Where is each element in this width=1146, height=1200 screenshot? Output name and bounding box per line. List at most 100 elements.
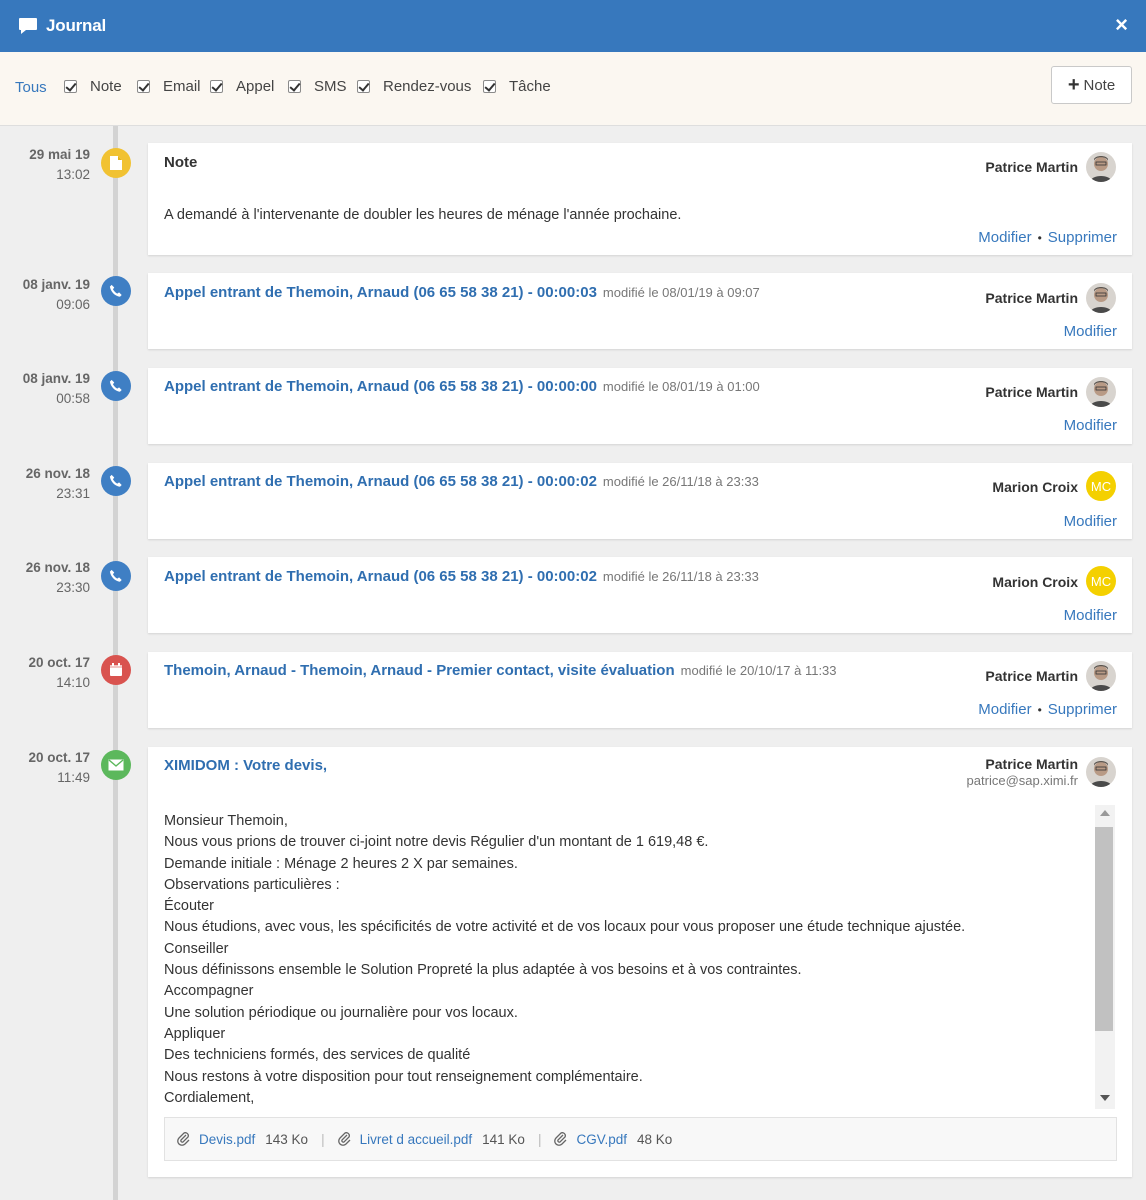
plus-icon: + xyxy=(1067,74,1080,96)
attachment-size: 48 Ko xyxy=(637,1131,673,1147)
entry-user: Patrice Martin xyxy=(985,756,1078,772)
email-line: Nous vous prions de trouver ci-joint not… xyxy=(164,834,709,851)
entry-day: 20 oct. 17 xyxy=(28,750,90,765)
attachment-size: 143 Ko xyxy=(265,1131,309,1147)
entry-date: 20 oct. 17 11:49 xyxy=(0,748,90,788)
journal-entry-call: Appel entrant de Themoin, Arnaud (06 65 … xyxy=(148,463,1132,539)
entry-date: 26 nov. 18 23:30 xyxy=(0,558,90,598)
filter-tache-checkbox[interactable] xyxy=(483,80,496,93)
attachment: Devis.pdf 143 Ko xyxy=(177,1132,308,1147)
entry-user-email: patrice@sap.ximi.fr xyxy=(966,773,1078,788)
entry-user: Marion Croix xyxy=(992,574,1078,590)
title-bar: Journal × xyxy=(0,0,1146,52)
edit-link[interactable]: Modifier xyxy=(1064,323,1117,340)
user-avatar xyxy=(1086,152,1116,182)
phone-icon xyxy=(101,561,131,591)
window-title: Journal xyxy=(46,16,107,35)
journal-entry-call: Appel entrant de Themoin, Arnaud (06 65 … xyxy=(148,368,1132,444)
entry-day: 26 nov. 18 xyxy=(25,560,90,575)
email-line: Accompagner xyxy=(164,983,254,1000)
entry-date: 26 nov. 18 23:31 xyxy=(0,464,90,504)
edit-link[interactable]: Modifier xyxy=(978,229,1031,246)
entry-time: 09:06 xyxy=(56,297,90,312)
calendar-icon xyxy=(101,655,131,685)
entry-title-link[interactable]: Appel entrant de Themoin, Arnaud (06 65 … xyxy=(164,568,759,585)
entry-time: 13:02 xyxy=(56,167,90,182)
entry-day: 29 mai 19 xyxy=(29,147,90,162)
phone-icon xyxy=(101,276,131,306)
filter-bar: Tous Note Email Appel SMS Rendez-vous Tâ… xyxy=(0,52,1146,126)
entry-modified: modifié le 08/01/19 à 01:00 xyxy=(602,379,760,394)
edit-link[interactable]: Modifier xyxy=(1064,607,1117,624)
delete-link[interactable]: Supprimer xyxy=(1048,701,1117,718)
user-avatar xyxy=(1086,377,1116,407)
delete-link[interactable]: Supprimer xyxy=(1048,229,1117,246)
close-button[interactable]: × xyxy=(1115,14,1128,36)
entry-actions: Modifier • Supprimer xyxy=(978,229,1117,246)
filter-sms-checkbox[interactable] xyxy=(288,80,301,93)
entry-day: 26 nov. 18 xyxy=(25,466,90,481)
email-line: Conseiller xyxy=(164,940,229,957)
filter-all-link[interactable]: Tous xyxy=(15,79,47,96)
attachment: Livret d accueil.pdf 141 Ko xyxy=(337,1131,525,1147)
email-line: Nous restons à votre disposition pour to… xyxy=(164,1068,643,1085)
edit-link[interactable]: Modifier xyxy=(1064,513,1117,530)
filter-appel-checkbox[interactable] xyxy=(210,80,223,93)
scroll-down-arrow-icon[interactable] xyxy=(1100,1095,1110,1101)
filter-note-checkbox[interactable] xyxy=(64,80,77,93)
journal-entry-rendez-vous: Themoin, Arnaud - Themoin, Arnaud - Prem… xyxy=(148,652,1132,728)
phone-icon xyxy=(101,371,131,401)
paperclip-icon xyxy=(337,1132,352,1146)
attachment: CGV.pdf 48 Ko xyxy=(554,1132,672,1147)
entry-time: 00:58 xyxy=(56,391,90,406)
filter-rendez-vous[interactable]: Rendez-vous xyxy=(357,78,471,95)
paperclip-icon xyxy=(554,1132,568,1146)
email-line: Demande initiale : Ménage 2 heures 2 X p… xyxy=(164,855,518,872)
email-line: Nous étudions, avec vous, les spécificit… xyxy=(164,919,966,936)
filter-rendez-vous-label: Rendez-vous xyxy=(383,78,472,95)
phone-icon xyxy=(101,466,131,496)
entry-actions: Modifier xyxy=(1064,323,1117,340)
edit-link[interactable]: Modifier xyxy=(978,701,1031,718)
scroll-thumb[interactable] xyxy=(1095,827,1113,1031)
filter-rendez-vous-checkbox[interactable] xyxy=(357,80,370,93)
entry-day: 20 oct. 17 xyxy=(28,655,90,670)
entry-title-link[interactable]: Appel entrant de Themoin, Arnaud (06 65 … xyxy=(164,378,760,395)
filter-email[interactable]: Email xyxy=(137,78,201,95)
paperclip-icon xyxy=(177,1132,191,1146)
scroll-up-arrow-icon[interactable] xyxy=(1100,810,1110,816)
filter-sms[interactable]: SMS xyxy=(288,78,347,95)
user-avatar: MC xyxy=(1086,471,1116,501)
entry-user: Patrice Martin xyxy=(985,668,1078,684)
entry-time: 23:31 xyxy=(56,486,90,501)
attachment-link[interactable]: Livret d accueil.pdf xyxy=(360,1132,473,1147)
entry-modified: modifié le 26/11/18 à 23:33 xyxy=(602,474,759,489)
filter-note-label: Note xyxy=(90,78,122,95)
entry-title-link[interactable]: Appel entrant de Themoin, Arnaud (06 65 … xyxy=(164,473,759,490)
entry-title-link[interactable]: Themoin, Arnaud - Themoin, Arnaud - Prem… xyxy=(164,662,837,679)
entry-title-link[interactable]: XIMIDOM : Votre devis, xyxy=(164,757,327,774)
email-line: Monsieur Themoin, xyxy=(164,813,288,829)
email-line: Observations particulières : xyxy=(164,876,340,893)
entry-date: 08 janv. 19 09:06 xyxy=(0,275,90,315)
entry-actions: Modifier xyxy=(1064,607,1117,624)
filter-note[interactable]: Note xyxy=(64,78,122,95)
attachment-link[interactable]: CGV.pdf xyxy=(576,1132,627,1147)
email-line: Des techniciens formés, des services de … xyxy=(164,1047,471,1064)
entry-actions: Modifier xyxy=(1064,513,1117,530)
add-note-button[interactable]: + Note xyxy=(1051,66,1132,104)
journal-entry-email: XIMIDOM : Votre devis, Patrice Martin pa… xyxy=(148,747,1132,1177)
user-avatar: MC xyxy=(1086,566,1116,596)
entry-title-link[interactable]: Appel entrant de Themoin, Arnaud (06 65 … xyxy=(164,284,760,301)
filter-email-checkbox[interactable] xyxy=(137,80,150,93)
filter-sms-label: SMS xyxy=(314,78,347,95)
filter-appel[interactable]: Appel xyxy=(210,78,274,95)
attachment-link[interactable]: Devis.pdf xyxy=(199,1132,255,1147)
filter-tache[interactable]: Tâche xyxy=(483,78,551,95)
email-line: Nous définissons ensemble le Solution Pr… xyxy=(164,962,802,979)
journal-entry-note: Note Patrice Martin A demandé à l'interv… xyxy=(148,143,1132,255)
entry-modified: modifié le 26/11/18 à 23:33 xyxy=(602,569,759,584)
attachment-size: 141 Ko xyxy=(482,1131,525,1147)
edit-link[interactable]: Modifier xyxy=(1064,417,1117,434)
email-scrollbar[interactable] xyxy=(1095,805,1115,1109)
